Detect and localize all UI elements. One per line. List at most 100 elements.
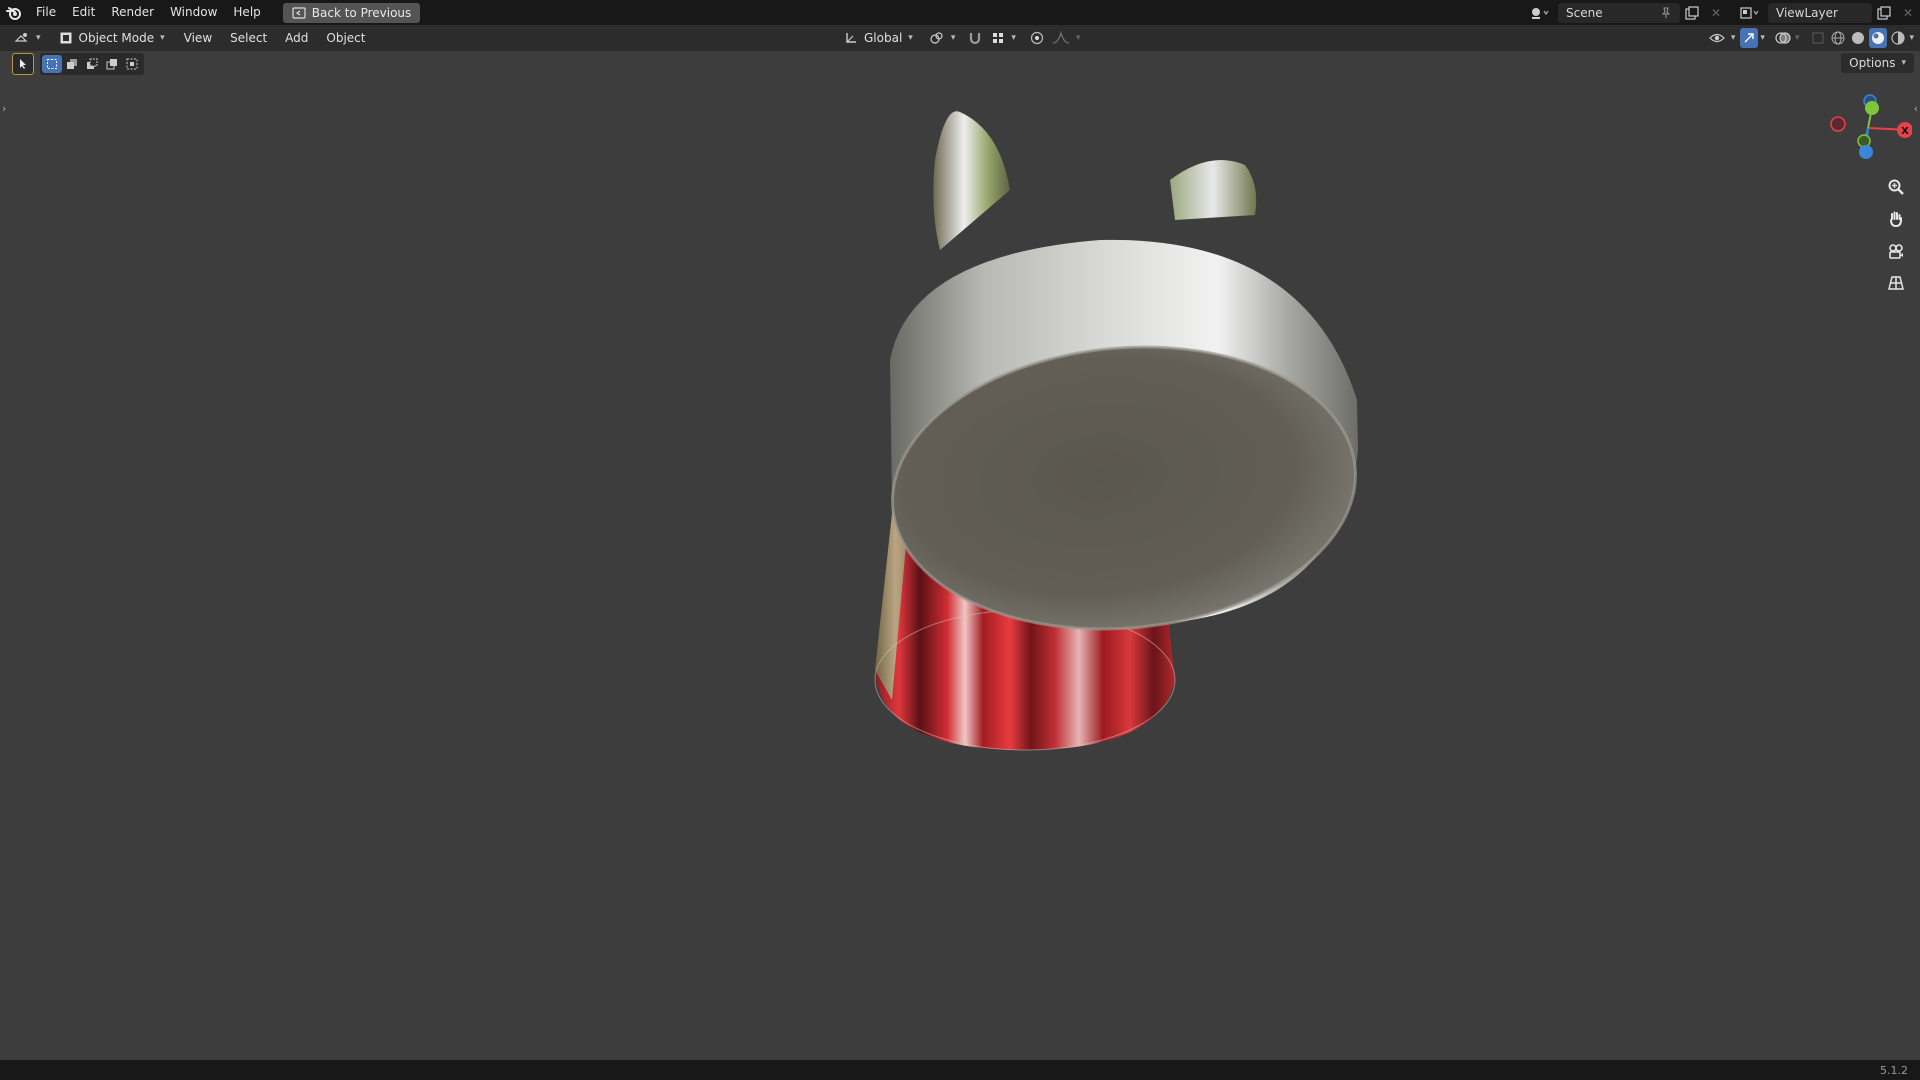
select-intersect-button[interactable] xyxy=(122,55,142,73)
shading-options-chevron-icon[interactable]: ▾ xyxy=(1909,33,1914,43)
viewport-header: ▾ Object Mode ▾ View Select Add Object G… xyxy=(0,25,1920,51)
chevron-down-icon: ▾ xyxy=(950,33,956,43)
visibility-dropdown[interactable]: ▾ xyxy=(1706,28,1739,48)
axis-y-icon[interactable] xyxy=(1865,101,1879,115)
scene-name: Scene xyxy=(1566,5,1603,20)
select-tool-button[interactable] xyxy=(12,53,34,75)
material-sphere-icon xyxy=(1872,32,1885,44)
xray-toggle[interactable] xyxy=(1809,28,1827,48)
axis-neg-x-icon[interactable] xyxy=(1830,116,1846,132)
camera-view-button[interactable] xyxy=(1882,238,1910,264)
shading-solid-button[interactable] xyxy=(1849,28,1867,48)
snap-target-dropdown[interactable]: ▾ xyxy=(989,28,1018,48)
menu-edit[interactable]: Edit xyxy=(64,0,103,25)
menu-add[interactable]: Add xyxy=(276,25,317,51)
menu-view[interactable]: View xyxy=(175,25,221,51)
pivot-icon xyxy=(930,32,943,44)
toolbar-expand-arrow-icon[interactable]: › xyxy=(2,102,6,115)
pin-icon[interactable] xyxy=(1660,7,1672,19)
scene-selector-icon[interactable] xyxy=(1528,3,1552,23)
gizmo-toggle[interactable] xyxy=(1740,28,1759,48)
camera-icon xyxy=(1889,244,1903,259)
snap-increment-icon xyxy=(993,33,1004,43)
chevron-down-icon: ▾ xyxy=(1901,58,1906,68)
hand-icon xyxy=(1890,211,1902,228)
3d-viewport-icon xyxy=(14,33,28,42)
status-bar: 5.1.2 xyxy=(0,1060,1920,1080)
sidebar-expand-arrow-icon[interactable]: ‹ xyxy=(1914,102,1918,115)
axis-x-label: X xyxy=(1901,126,1909,137)
orientation-icon xyxy=(846,33,856,43)
select-new-button[interactable] xyxy=(42,55,62,73)
tool-settings-row xyxy=(12,53,144,75)
shading-material-button[interactable] xyxy=(1869,28,1888,48)
delete-scene-icon[interactable]: ✕ xyxy=(1704,3,1728,23)
chevron-down-icon: ▾ xyxy=(160,33,165,43)
select-new-icon xyxy=(47,59,57,69)
eye-icon xyxy=(1709,33,1725,43)
new-scene-icon[interactable] xyxy=(1680,3,1704,23)
chevron-down-icon: ▾ xyxy=(1011,33,1016,43)
chevron-down-icon: ▾ xyxy=(36,33,41,43)
zoom-magnifier-icon xyxy=(1888,179,1904,195)
menu-select[interactable]: Select xyxy=(221,25,276,51)
shading-rendered-button[interactable] xyxy=(1889,28,1907,48)
menu-object[interactable]: Object xyxy=(317,25,374,51)
select-intersect-icon xyxy=(126,58,138,70)
overlays-toggle[interactable] xyxy=(1773,28,1793,48)
back-to-previous-button[interactable]: Back to Previous xyxy=(282,2,421,23)
proportional-editing-toggle[interactable] xyxy=(1028,28,1046,48)
chevron-down-icon: ▾ xyxy=(908,33,913,43)
axis-neg-y-icon[interactable] xyxy=(1857,134,1871,148)
back-to-previous-label: Back to Previous xyxy=(311,5,412,20)
proportional-edit-icon xyxy=(1030,31,1043,45)
options-dropdown[interactable]: Options ▾ xyxy=(1841,53,1914,73)
select-invert-button[interactable] xyxy=(102,55,122,73)
transform-orientation-dropdown[interactable]: Global ▾ xyxy=(838,28,919,48)
grid-perspective-icon xyxy=(1888,276,1904,290)
editor-type-dropdown[interactable]: ▾ xyxy=(8,28,47,48)
delete-view-layer-icon[interactable]: ✕ xyxy=(1896,3,1920,23)
cursor-arrow-icon xyxy=(20,59,26,69)
chevron-down-icon[interactable]: ▾ xyxy=(1760,33,1765,43)
rendered-sphere-icon xyxy=(1891,31,1906,45)
left-ear[interactable] xyxy=(933,111,1010,250)
menu-window[interactable]: Window xyxy=(162,0,225,25)
axis-z-icon[interactable] xyxy=(1859,145,1873,159)
options-label: Options xyxy=(1849,56,1896,70)
scene-name-field[interactable]: Scene xyxy=(1558,2,1680,23)
menu-file[interactable]: File xyxy=(28,0,64,25)
navigation-gizmo[interactable]: X xyxy=(1820,88,1912,168)
menu-render[interactable]: Render xyxy=(103,0,162,25)
snap-toggle[interactable] xyxy=(965,28,985,48)
zoom-button[interactable] xyxy=(1882,174,1910,200)
select-extend-button[interactable] xyxy=(62,55,82,73)
select-subtract-icon xyxy=(87,58,98,69)
pan-button[interactable] xyxy=(1882,206,1910,232)
chevron-down-icon: ▾ xyxy=(1075,33,1081,43)
new-view-layer-icon[interactable] xyxy=(1872,3,1896,23)
overlays-icon xyxy=(1775,32,1791,44)
3d-object-render[interactable] xyxy=(780,100,1380,780)
mode-dropdown[interactable]: Object Mode ▾ xyxy=(53,28,171,48)
right-ear[interactable] xyxy=(1170,160,1257,220)
pivot-point-dropdown[interactable]: ▾ xyxy=(923,28,962,48)
top-bar: File Edit Render Window Help Back to Pre… xyxy=(0,0,1920,25)
falloff-dropdown[interactable]: ▾ xyxy=(1050,28,1083,48)
shading-wireframe-button[interactable] xyxy=(1829,28,1847,48)
magnet-icon xyxy=(970,33,981,45)
select-subtract-button[interactable] xyxy=(82,55,102,73)
select-extend-icon xyxy=(67,59,77,69)
select-invert-icon xyxy=(106,59,117,70)
view-layer-field[interactable]: ViewLayer xyxy=(1768,2,1872,23)
chevron-down-icon[interactable]: ▾ xyxy=(1795,33,1800,43)
blender-logo-icon[interactable] xyxy=(0,0,28,25)
xray-icon xyxy=(1812,32,1825,44)
chevron-down-icon: ▾ xyxy=(1730,33,1736,43)
view-layer-selector-icon[interactable] xyxy=(1738,3,1762,23)
navigation-controls xyxy=(1882,174,1910,296)
gizmo-icon xyxy=(1744,33,1755,43)
perspective-toggle-button[interactable] xyxy=(1882,270,1910,296)
falloff-curve-icon xyxy=(1052,31,1069,44)
menu-help[interactable]: Help xyxy=(225,0,268,25)
